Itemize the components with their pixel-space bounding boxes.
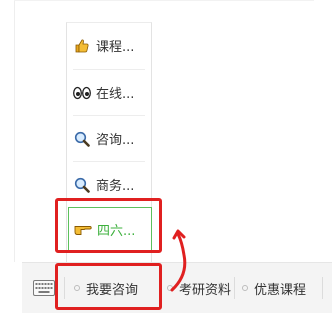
menu-tab-discount-courses[interactable]: 优惠课程 xyxy=(242,263,306,313)
submenu-item-courses[interactable]: 课程... xyxy=(73,23,145,68)
submenu-item-label: 咨询... xyxy=(96,133,135,148)
frame-divider-vertical xyxy=(14,0,15,262)
submenu-item-consult[interactable]: 咨询... xyxy=(73,116,145,161)
frame-divider-horizontal xyxy=(14,0,314,1)
submenu-item-online[interactable]: 在线... xyxy=(73,70,145,115)
annotation-arrow xyxy=(170,229,187,292)
eyes-icon xyxy=(73,84,91,102)
screenshot-stage: 课程... 在线... 咨询... 商务... 四六... 我要咨询 考研资料 … xyxy=(0,0,332,324)
submenu-item-label: 课程... xyxy=(96,40,135,55)
keyboard-icon[interactable] xyxy=(33,280,55,296)
annotation-highlight-submenu xyxy=(55,198,162,253)
submenu-item-label: 在线... xyxy=(96,87,135,102)
annotation-highlight-tab xyxy=(55,263,162,310)
menu-bar-divider xyxy=(322,277,323,299)
bullet-icon xyxy=(242,285,248,291)
submenu-item-label: 商务... xyxy=(96,179,135,194)
thumbs-up-icon xyxy=(73,37,91,55)
menu-tab-label: 优惠课程 xyxy=(254,282,307,298)
magnifier-icon xyxy=(73,130,91,148)
magnifier-icon xyxy=(73,176,91,194)
menu-bar-divider xyxy=(234,277,235,299)
